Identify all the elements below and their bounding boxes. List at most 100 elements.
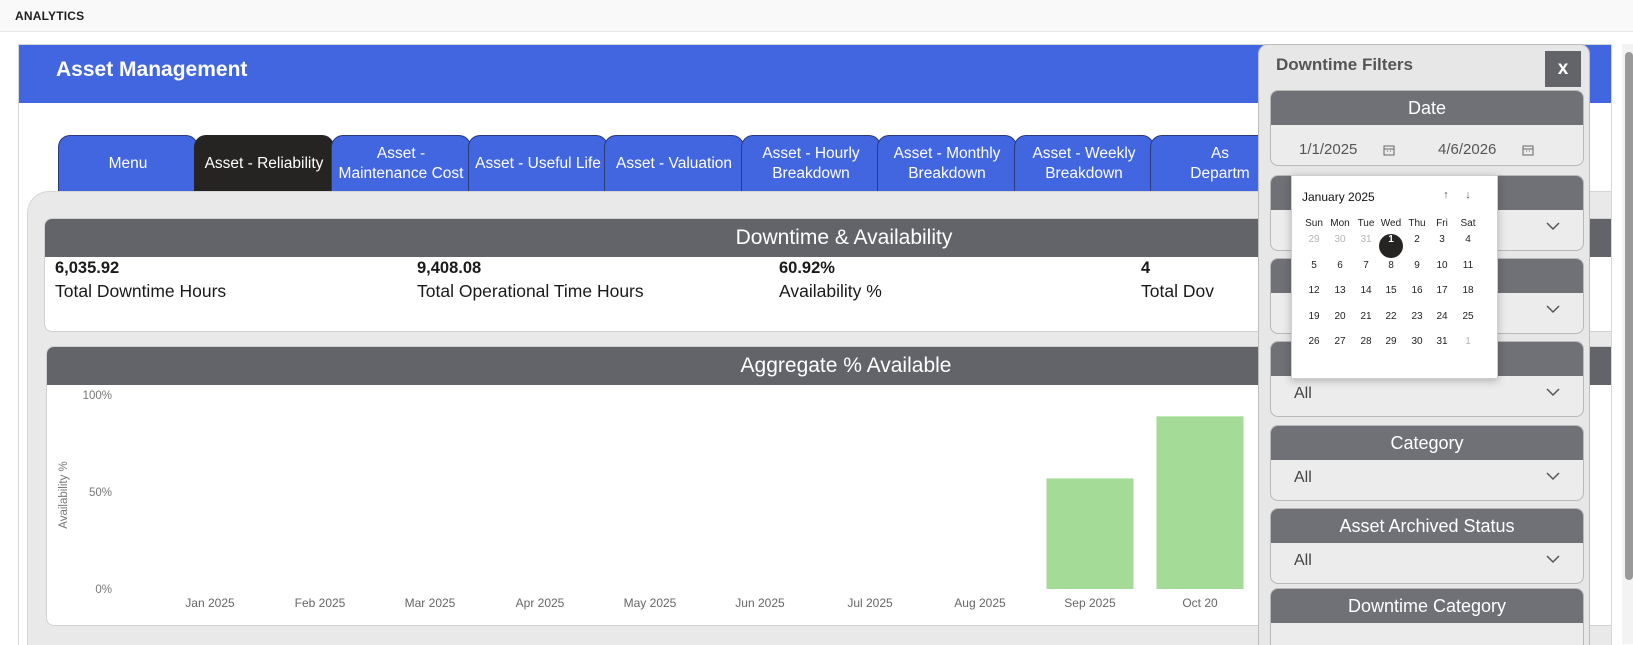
report-title: Asset Management xyxy=(56,58,248,81)
tab-asset-reliability[interactable]: Asset - Reliability xyxy=(194,135,334,191)
chevron-down-icon xyxy=(1546,305,1560,314)
date-filter-header: Date xyxy=(1271,91,1583,125)
kpi-label: Total Downtime Hours xyxy=(55,281,227,301)
scrollbar-thumb[interactable] xyxy=(1625,52,1633,580)
filters-title: Downtime Filters xyxy=(1276,55,1413,74)
category-dropdown[interactable]: All xyxy=(1271,460,1583,496)
kpi-value: 60.92% xyxy=(779,259,835,277)
downtime-category-filter: Downtime Category xyxy=(1270,588,1584,645)
x-tick-label: Feb 2025 xyxy=(295,596,346,610)
app-title: ANALYTICS xyxy=(15,9,85,23)
calendar-day[interactable]: 29 xyxy=(1379,336,1403,360)
arrow-down-icon[interactable]: ↓ xyxy=(1461,188,1475,202)
tab-asset-valuation[interactable]: Asset - Valuation xyxy=(604,135,744,191)
calendar-day[interactable]: 18 xyxy=(1456,285,1480,309)
y-tick-label: 0% xyxy=(95,584,112,596)
calendar-day[interactable]: 27 xyxy=(1328,336,1352,360)
weekday-label: Fri xyxy=(1436,218,1448,229)
date-filter: Date 1/1/2025 4/6/2026 xyxy=(1270,90,1584,166)
calendar-day[interactable]: 14 xyxy=(1354,285,1378,309)
calendar-day[interactable]: 6 xyxy=(1328,260,1352,284)
end-date-value: 4/6/2026 xyxy=(1438,141,1497,158)
calendar-day[interactable]: 24 xyxy=(1430,311,1454,335)
calendar-day[interactable]: 15 xyxy=(1379,285,1403,309)
x-tick-label: Sep 2025 xyxy=(1064,596,1116,610)
tab-asset-maintenance-cost[interactable]: Asset - Maintenance Cost xyxy=(331,135,471,191)
close-filters-button[interactable]: x xyxy=(1545,51,1581,87)
calendar-day[interactable]: 4 xyxy=(1456,234,1480,258)
calendar-icon[interactable] xyxy=(1383,144,1395,156)
downtime-category-header: Downtime Category xyxy=(1271,589,1583,623)
tab-asset-hourly-breakdown[interactable]: Asset - Hourly Breakdown xyxy=(741,135,881,191)
start-date-input[interactable]: 1/1/2025 xyxy=(1279,135,1415,165)
kpi-label: Total Dov xyxy=(1141,281,1214,301)
calendar-icon[interactable] xyxy=(1522,144,1534,156)
weekday-label: Mon xyxy=(1330,218,1350,229)
calendar-day[interactable]: 31 xyxy=(1354,234,1378,258)
x-tick-label: Mar 2025 xyxy=(405,596,456,610)
y-tick-label: 100% xyxy=(83,390,112,402)
tab-menu[interactable]: Menu xyxy=(58,135,198,191)
arrow-up-icon[interactable]: ↑ xyxy=(1439,188,1453,202)
calendar-day[interactable]: 26 xyxy=(1302,336,1326,360)
calendar-day[interactable]: 2 xyxy=(1405,234,1429,258)
x-tick-label: Jun 2025 xyxy=(735,596,785,610)
calendar-day[interactable]: 10 xyxy=(1430,260,1454,284)
chart-bar xyxy=(1156,416,1244,589)
calendar-day[interactable]: 25 xyxy=(1456,311,1480,335)
date-picker-calendar: January 2025 ↑ ↓ Sun Mon Tue Wed Thu Fri Sat 29… xyxy=(1291,175,1498,379)
weekday-label: Sun xyxy=(1305,218,1323,229)
chevron-down-icon xyxy=(1546,472,1560,481)
calendar-day[interactable]: 11 xyxy=(1456,260,1480,284)
calendar-day[interactable]: 21 xyxy=(1354,311,1378,335)
calendar-day-selected[interactable]: 1 xyxy=(1379,234,1403,258)
x-tick-label: Oct 20 xyxy=(1182,596,1218,610)
calendar-month-label: January 2025 xyxy=(1302,190,1375,204)
kpi-total-downtime-events: 4 Total Dov xyxy=(1141,259,1214,302)
kpi-label: Total Operational Time Hours xyxy=(417,281,644,301)
calendar-day[interactable]: 30 xyxy=(1328,234,1352,258)
calendar-day[interactable]: 30 xyxy=(1405,336,1429,360)
kpi-value: 6,035.92 xyxy=(55,259,120,277)
tab-asset-useful-life[interactable]: Asset - Useful Life xyxy=(468,135,608,191)
calendar-day[interactable]: 16 xyxy=(1405,285,1429,309)
start-date-value: 1/1/2025 xyxy=(1299,141,1358,158)
kpi-availability: 60.92% Availability % xyxy=(779,259,882,302)
calendar-day[interactable]: 23 xyxy=(1405,311,1429,335)
calendar-day[interactable]: 28 xyxy=(1354,336,1378,360)
calendar-day[interactable]: 13 xyxy=(1328,285,1352,309)
category-value: All xyxy=(1294,469,1312,486)
calendar-day[interactable]: 29 xyxy=(1302,234,1326,258)
calendar-day[interactable]: 3 xyxy=(1430,234,1454,258)
kpi-total-operational: 9,408.08 Total Operational Time Hours xyxy=(417,259,644,302)
calendar-day[interactable]: 31 xyxy=(1430,336,1454,360)
end-date-input[interactable]: 4/6/2026 xyxy=(1418,135,1554,165)
calendar-day[interactable]: 5 xyxy=(1302,260,1326,284)
calendar-day[interactable]: 8 xyxy=(1379,260,1403,284)
x-tick-label: Jan 2025 xyxy=(185,596,235,610)
calendar-day[interactable]: 12 xyxy=(1302,285,1326,309)
calendar-day[interactable]: 7 xyxy=(1354,260,1378,284)
asset-archived-status-filter: Asset Archived Status All xyxy=(1270,508,1584,584)
chart-bar xyxy=(1046,478,1134,589)
calendar-day[interactable]: 1 xyxy=(1456,336,1480,360)
app-topbar: ANALYTICS xyxy=(0,0,1633,32)
category-filter-header: Category xyxy=(1271,426,1583,460)
asset-archived-status-dropdown[interactable]: All xyxy=(1271,543,1583,579)
calendar-day[interactable]: 9 xyxy=(1405,260,1429,284)
category-filter: Category All xyxy=(1270,425,1584,501)
tab-asset-monthly-breakdown[interactable]: Asset - Monthly Breakdown xyxy=(877,135,1017,191)
calendar-day[interactable]: 20 xyxy=(1328,311,1352,335)
calendar-day[interactable]: 22 xyxy=(1379,311,1403,335)
asset-archived-status-header: Asset Archived Status xyxy=(1271,509,1583,543)
weekday-label: Wed xyxy=(1380,218,1402,229)
filter-dropdown[interactable]: All xyxy=(1271,376,1583,412)
calendar-day[interactable]: 19 xyxy=(1302,311,1326,335)
x-tick-label: Apr 2025 xyxy=(516,596,565,610)
chevron-down-icon xyxy=(1546,555,1560,564)
weekday-label: Thu xyxy=(1408,218,1426,229)
y-axis-label: Availability % xyxy=(58,461,70,529)
calendar-day[interactable]: 17 xyxy=(1430,285,1454,309)
tab-asset-weekly-breakdown[interactable]: Asset - Weekly Breakdown xyxy=(1014,135,1154,191)
kpi-label: Availability % xyxy=(779,281,882,301)
